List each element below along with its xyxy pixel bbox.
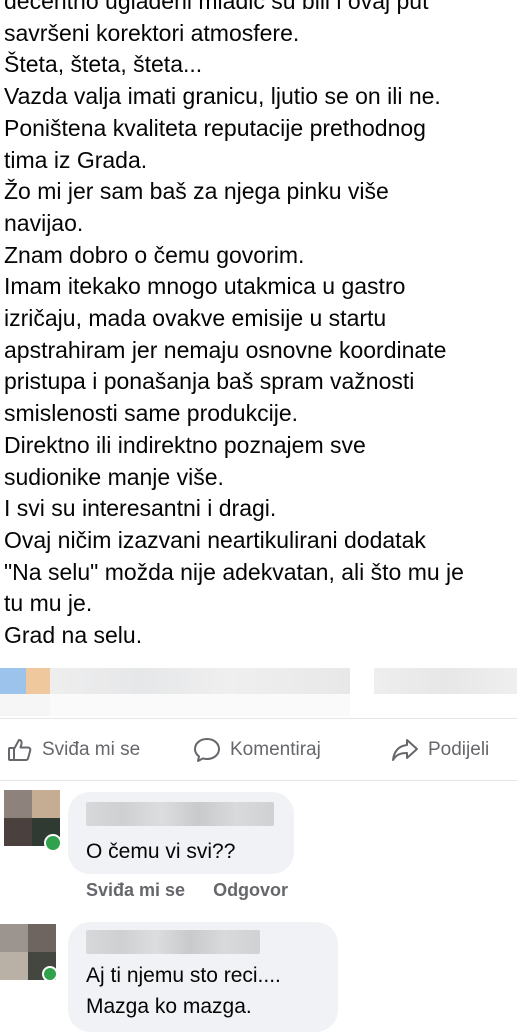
love-reaction-icon xyxy=(26,668,50,694)
like-button[interactable]: Sviđa mi se xyxy=(6,728,140,772)
post-line: decentno uglađeni mladić su bili i ovaj … xyxy=(4,0,429,14)
share-arrow-icon xyxy=(390,736,420,764)
post-line: Žo mi jer sam baš za njega pinku više xyxy=(4,178,389,205)
post-line: sudionike manje više. xyxy=(4,463,224,490)
comment-label: Komentiraj xyxy=(230,739,321,760)
comment-bubble[interactable]: O čemu vi svi?? xyxy=(68,792,294,874)
post-text: decentno uglađeni mladić su bili i ovaj … xyxy=(4,0,516,652)
reactions-summary-blurred[interactable] xyxy=(0,668,517,716)
post-line: Šteta, šteta, šteta... xyxy=(4,51,203,78)
comment-like-button[interactable]: Sviđa mi se xyxy=(86,880,185,901)
divider xyxy=(0,718,517,719)
speech-bubble-icon xyxy=(192,736,222,764)
online-status-dot xyxy=(42,966,58,982)
post-line: "Na selu" možda nije adekvatan, ali što … xyxy=(4,558,464,585)
post-line: izričaju, mada ovakve emisije u startu xyxy=(4,305,387,332)
online-status-dot xyxy=(44,834,62,852)
comment: O čemu vi svi?? Sviđa mi se Odgovor xyxy=(0,786,517,906)
comment-button[interactable]: Komentiraj xyxy=(192,728,321,772)
post-line: tu mu je. xyxy=(4,590,93,617)
comment-count-blurred xyxy=(374,668,517,694)
post-line: tima iz Grada. xyxy=(4,146,148,173)
comment-text-line: Aj ti njemu sto reci.... xyxy=(86,964,281,987)
post-line: Vazda valja imati granicu, ljutio se on … xyxy=(4,83,441,110)
post-line: Poništena kvaliteta reputacije prethodno… xyxy=(4,114,426,141)
like-label: Sviđa mi se xyxy=(42,739,141,760)
post-line: savršeni korektori atmosfere. xyxy=(4,19,300,46)
post-line: Grad na selu. xyxy=(4,622,143,649)
post-line: Ovaj ničim izazvani neartikulirani dodat… xyxy=(4,526,426,553)
comment-bubble[interactable]: Aj ti njemu sto reci.... Mazga ko mazga. xyxy=(68,922,338,1032)
commenter-name-blurred[interactable] xyxy=(86,930,260,954)
comment-reply-button[interactable]: Odgovor xyxy=(213,880,288,901)
comment-actions: Sviđa mi se Odgovor xyxy=(86,880,288,901)
post-line: smislenosti same produkcije. xyxy=(4,400,299,427)
post-line: Direktno ili indirektno poznajem sve xyxy=(4,431,366,458)
comment: Aj ti njemu sto reci.... Mazga ko mazga. xyxy=(0,900,517,1032)
post-line: navijao. xyxy=(4,209,84,236)
post-line: pristupa i ponašanja baš spram važnosti xyxy=(4,368,415,395)
post-line: Znam dobro o čemu govorim. xyxy=(4,241,305,268)
post-action-bar: Sviđa mi se Komentiraj Podijeli xyxy=(0,728,517,772)
share-button[interactable]: Podijeli xyxy=(390,728,489,772)
thumbs-up-icon xyxy=(6,736,34,764)
reaction-names-blurred xyxy=(50,668,350,694)
commenter-name-blurred[interactable] xyxy=(86,802,274,826)
post-line: I svi su interesantni i dragi. xyxy=(4,495,277,522)
comment-text: O čemu vi svi?? xyxy=(86,840,236,863)
comment-text-line: Mazga ko mazga. xyxy=(86,995,252,1018)
like-reaction-icon xyxy=(0,668,26,694)
divider xyxy=(0,780,517,781)
post-line: apstrahiram jer nemaju osnovne koordinat… xyxy=(4,336,447,363)
post-line: Imam itekako mnogo utakmica u gastro xyxy=(4,273,406,300)
share-label: Podijeli xyxy=(428,739,490,760)
